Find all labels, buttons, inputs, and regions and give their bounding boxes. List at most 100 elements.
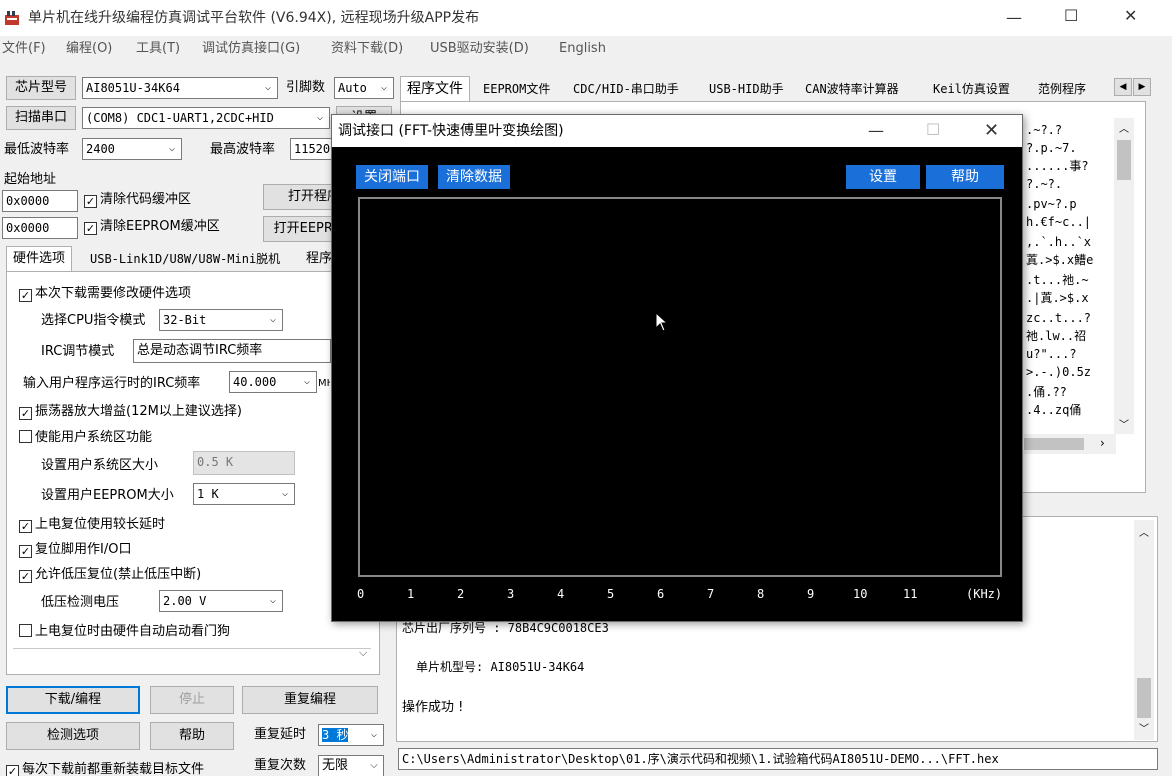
scroll-down-icon[interactable]: ﹀ [1119,416,1129,431]
menu-usb-driver[interactable]: USB驱动安装(D) [430,41,529,57]
chevron-down-icon: ⌵ [380,82,388,93]
tab-cdc-hid[interactable]: CDC/HID-串口助手 [567,78,685,100]
tab-scroll-left-icon[interactable]: ◀ [1114,78,1132,96]
tab-eeprom-file[interactable]: EEPROM文件 [477,78,556,100]
menu-program[interactable]: 编程(O) [66,41,112,57]
menu-debug[interactable]: 调试仿真接口(G) [202,41,300,57]
tab-can-baud[interactable]: CAN波特率计算器 [799,78,905,100]
hex-line: .俑.?? [1026,385,1067,399]
menu-english[interactable]: English [559,41,606,57]
fft-help-button[interactable]: 帮助 [926,165,1004,189]
tab-usb-hid[interactable]: USB-HID助手 [703,78,790,100]
modify-hw-checkbox[interactable]: ✓ 本次下载需要修改硬件选项 [19,286,191,302]
help-button[interactable]: 帮助 [150,722,234,750]
cpu-mode-select[interactable]: 32-Bit ⌵ [159,309,283,331]
osc-gain-checkbox[interactable]: ✓ 振荡器放大增益(12M以上建议选择) [19,404,242,420]
hex-line: .|蒖.>$.x [1026,291,1089,305]
hardware-options-panel: ✓ 本次下载需要修改硬件选项 选择CPU指令模式 32-Bit ⌵ IRC调节模式 … [6,271,380,675]
tab-hardware-options[interactable]: 硬件选项 [6,246,73,272]
menu-bar: 文件(F) 编程(O) 工具(T) 调试仿真接口(G) 资料下载(D) USB驱… [0,38,1172,60]
menu-file[interactable]: 文件(F) [2,41,46,57]
scroll-up-icon[interactable]: ︿ [1119,120,1129,135]
check-icon: ✓ [19,407,32,420]
close-icon[interactable]: ✕ [1124,6,1137,25]
check-icon: ✓ [84,222,97,235]
pins-value: Auto [338,81,367,95]
low-volt-reset-checkbox[interactable]: ✓ 允许低压复位(禁止低压中断) [19,567,201,583]
hex-line: h.€f~c..| [1026,215,1092,229]
chevron-down-icon: ⌵ [168,143,176,154]
repeat-delay-select[interactable]: 3 秒 ⌵ [318,724,384,746]
clear-eeprom-checkbox[interactable]: ✓ 清除EEPROM缓冲区 [84,219,220,235]
reprogram-button[interactable]: 重复编程 [242,686,378,714]
chip-type-select[interactable]: AI8051U-34K64 ⌵ [82,77,278,99]
hex-line: 蒖.>$.x鰽e [1026,253,1094,267]
irc-mode-select[interactable]: 总是动态调节IRC频率 [133,339,331,363]
log-scrollbar[interactable]: ︿ ﹀ [1134,520,1154,740]
chevron-down-icon: ⌵ [269,314,277,325]
clear-data-button[interactable]: 清除数据 [438,165,510,189]
long-delay-checkbox[interactable]: ✓ 上电复位使用较长延时 [19,517,165,533]
tab-keil[interactable]: Keil仿真设置 [927,78,1016,100]
hex-scrollbar[interactable]: ︿ ﹀ [1114,118,1134,434]
reload-label: 每次下载前都重新装载目标文件 [22,762,205,776]
scroll-right-icon[interactable]: › [1100,436,1105,450]
start-addr-input[interactable]: 0x0000 [2,190,78,212]
low-volt-select[interactable]: 2.00 V ⌵ [159,590,283,612]
file-path-field: C:\Users\Administrator\Desktop\01.序\演示代码… [398,748,1158,770]
checkbox-empty-icon [19,430,32,443]
stop-button[interactable]: 停止 [150,686,234,714]
watchdog-label: 上电复位时由硬件自动启动看门狗 [35,624,231,639]
tab-program-file[interactable]: 程序文件 [400,76,470,102]
maximize-icon[interactable]: ☐ [926,120,940,139]
download-button[interactable]: 下载/编程 [6,686,140,714]
tab-scroll-right-icon[interactable]: ▶ [1133,78,1151,96]
tab-usb-link[interactable]: USB-Link1D/U8W/U8W-Mini脱机 [84,248,286,270]
maximize-icon[interactable]: ☐ [1064,6,1078,25]
check-options-button[interactable]: 检测选项 [6,722,140,750]
scan-port-button[interactable]: 扫描串口 [6,106,76,130]
hex-hscrollbar[interactable]: › [1024,434,1116,454]
hex-line: .~?.? [1026,123,1063,137]
min-baud-value: 2400 [86,142,115,156]
scroll-thumb[interactable] [1117,140,1131,180]
user-sys-checkbox[interactable]: 使能用户系统区功能 [19,430,152,446]
hscroll-thumb[interactable] [1024,438,1084,450]
scroll-thumb[interactable] [1137,678,1151,718]
reset-io-checkbox[interactable]: ✓ 复位脚用作I/O口 [19,542,131,558]
close-icon[interactable]: ✕ [984,120,999,141]
irc-mode-value: 总是动态调节IRC频率 [137,343,263,358]
user-eeprom-select[interactable]: 1 K ⌵ [193,483,295,505]
close-port-button[interactable]: 关闭端口 [356,165,428,189]
hex-line: .4..zq俑 [1026,403,1082,417]
fft-settings-button[interactable]: 设置 [846,165,920,189]
port-value: (COM8) CDC1-UART1,2CDC+HID [86,111,274,125]
minimize-icon[interactable]: — [868,121,884,140]
mouse-cursor-icon [655,312,669,332]
hex-line: ?.p.~7. [1026,141,1077,155]
min-baud-select[interactable]: 2400 ⌵ [82,138,182,160]
clear-code-checkbox[interactable]: ✓ 清除代码缓冲区 [84,192,191,208]
scroll-up-icon[interactable]: ︿ [1139,524,1149,539]
pins-select[interactable]: Auto ⌵ [334,77,394,99]
start-addr-value: 0x0000 [6,194,50,208]
long-delay-label: 上电复位使用较长延时 [35,517,166,532]
checkbox-empty-icon [19,624,32,637]
reload-checkbox[interactable]: ✓ 每次下载前都重新装载目标文件 [6,762,204,776]
user-sys-size-select[interactable]: 0.5 K [193,451,295,475]
tab-examples[interactable]: 范例程序 [1032,78,1092,100]
scroll-down-icon[interactable]: ⌵ [359,646,367,660]
irc-mode-label: IRC调节模式 [41,344,115,359]
minimize-icon[interactable]: — [1006,8,1022,27]
port-select[interactable]: (COM8) CDC1-UART1,2CDC+HID ⌵ [82,107,330,129]
eeprom-addr-value: 0x0000 [6,221,50,235]
repeat-count-select[interactable]: 无限 ⌵ [318,755,384,776]
menu-tools[interactable]: 工具(T) [136,41,180,57]
scroll-down-icon[interactable]: ﹀ [1139,720,1149,735]
panel-divider [13,648,371,649]
user-eeprom-value: 1 K [197,487,219,501]
watchdog-checkbox[interactable]: 上电复位时由硬件自动启动看门狗 [19,624,230,640]
menu-download[interactable]: 资料下载(D) [331,41,403,57]
irc-freq-select[interactable]: 40.000 ⌵ [229,371,317,393]
eeprom-addr-input[interactable]: 0x0000 [2,217,78,239]
